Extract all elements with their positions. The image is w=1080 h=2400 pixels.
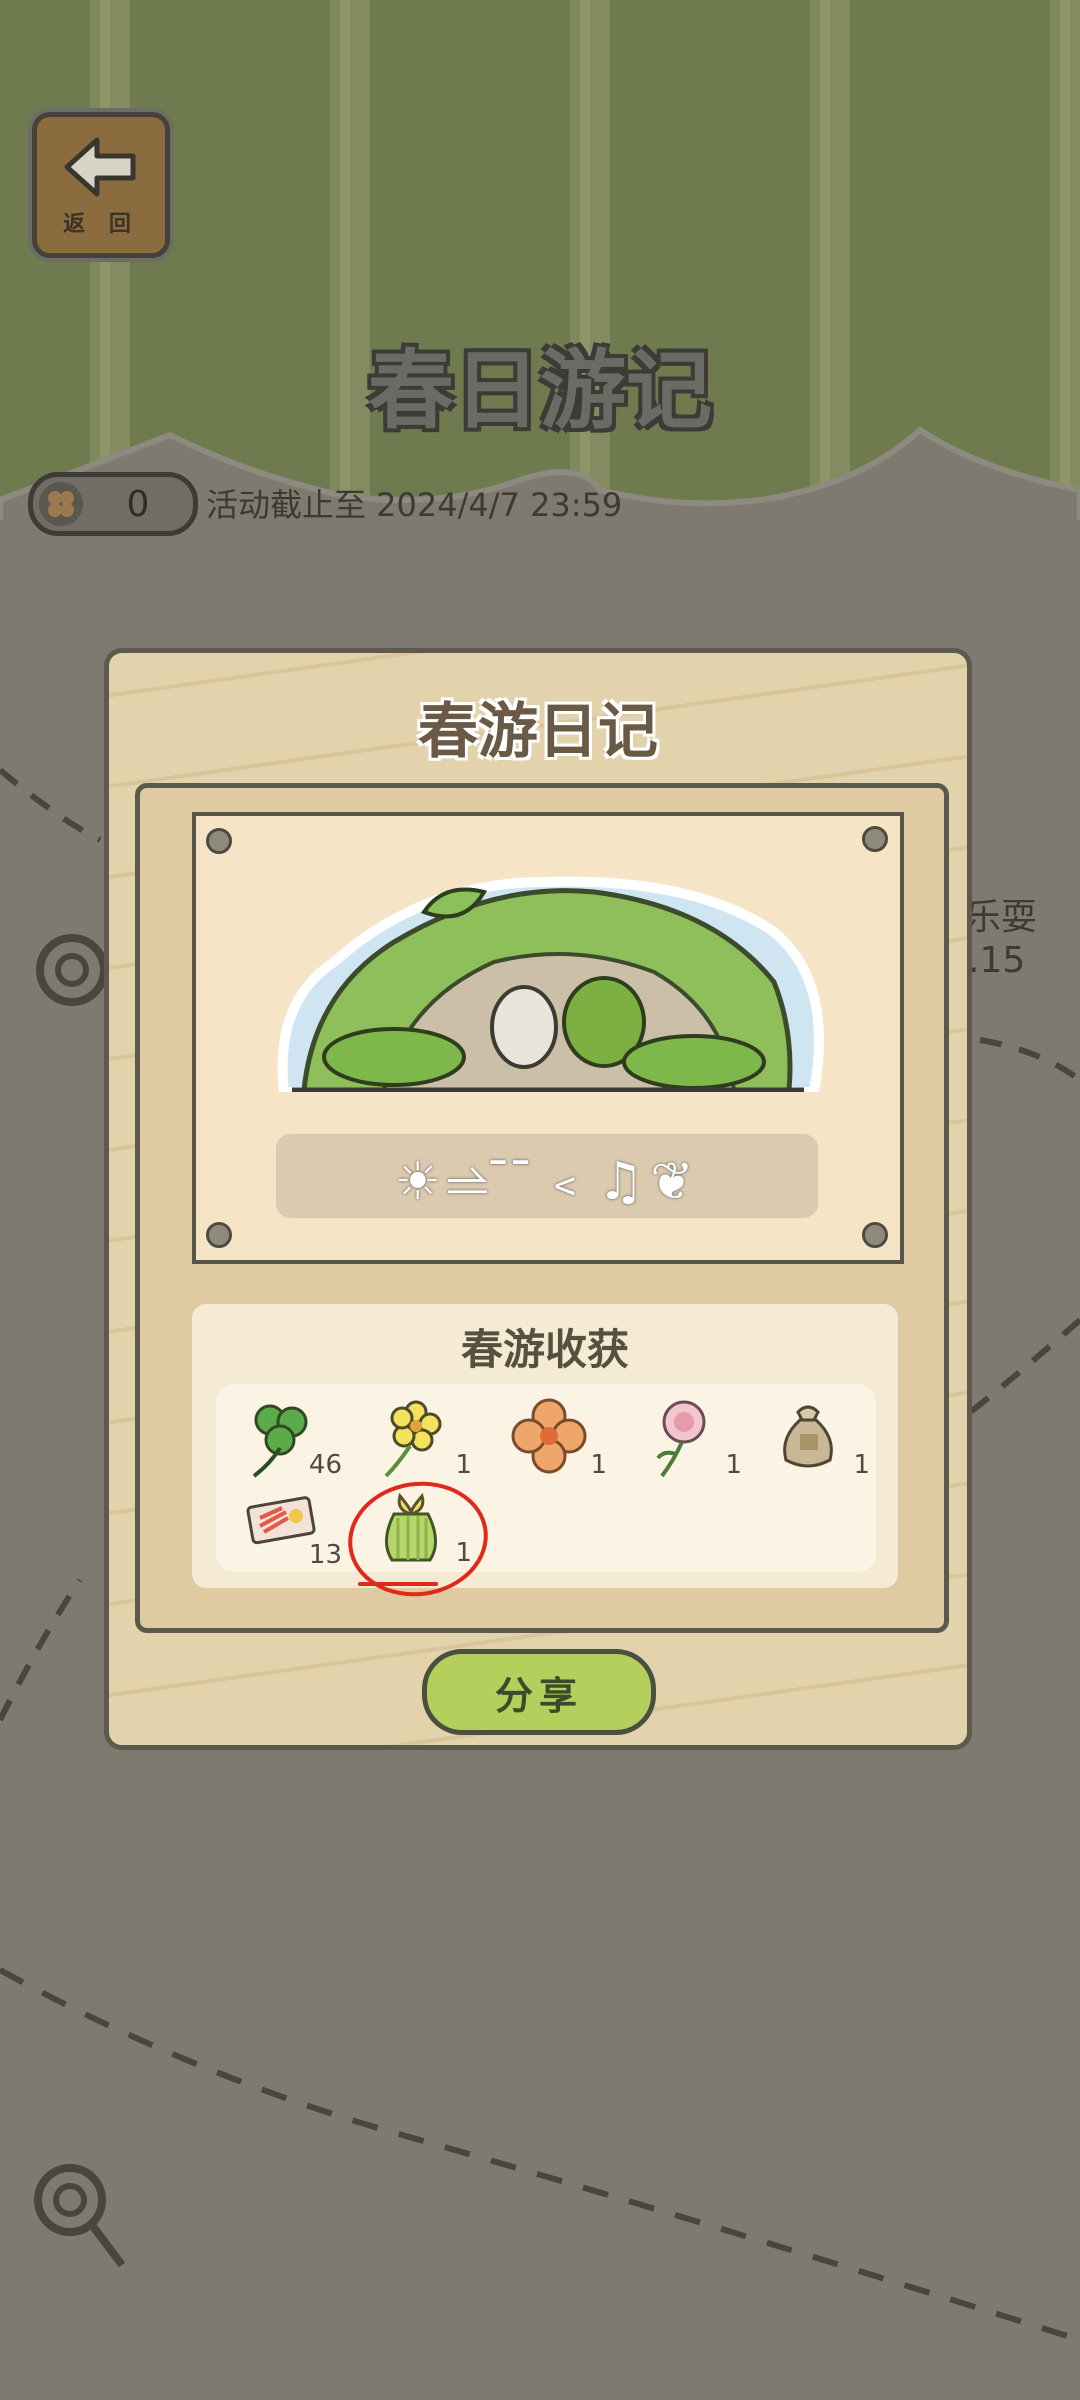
seed-bag-icon: [783, 1405, 833, 1468]
harvest-item[interactable]: 1: [366, 1394, 476, 1480]
carnation-icon: [656, 1400, 706, 1478]
clover-counter: 0: [28, 472, 198, 536]
item-count: 1: [725, 1450, 742, 1480]
clover-icon: [252, 1404, 308, 1478]
background-label-1: 乐耍: [965, 897, 1038, 938]
pin-icon: [862, 1222, 888, 1248]
harvest-items: 46 1 1 1 1 13 1: [216, 1384, 876, 1572]
page-title: 春日游记: [368, 341, 712, 441]
harvest-item[interactable]: 13: [236, 1484, 346, 1570]
spring-diary-modal: 春游日记 ☀⥬ ̄ ̄﹤♫❦ 春游收获 46 1 1 1 1 13 1 分享: [104, 648, 972, 1750]
striped-wall-background: [0, 0, 1080, 550]
item-count: 1: [853, 1450, 870, 1480]
red-underline-annotation: [358, 1582, 438, 1586]
frog-hedgehog-picnic-illustration: [277, 876, 824, 1092]
harvest-title: 春游收获: [460, 1325, 629, 1374]
diary-symbol-strip: ☀⥬ ̄ ̄﹤♫❦: [276, 1134, 818, 1218]
share-button[interactable]: 分享: [422, 1649, 656, 1735]
harvest-panel: 春游收获 46 1 1 1 1 13 1: [192, 1304, 898, 1588]
yellow-flower-icon: [384, 1400, 442, 1478]
pin-icon: [862, 826, 888, 852]
pin-icon: [206, 1222, 232, 1248]
back-button[interactable]: 返 回: [32, 112, 170, 258]
event-deadline: 活动截止至 2024/4/7 23:59: [206, 486, 623, 524]
harvest-item[interactable]: 1: [764, 1394, 874, 1480]
harvest-item[interactable]: 1: [501, 1394, 611, 1480]
back-arrow-icon: [64, 137, 136, 197]
harvest-item[interactable]: 1: [636, 1394, 746, 1480]
four-leaf-clover-icon: [39, 482, 83, 526]
ticket-icon: [246, 1496, 316, 1545]
pin-icon: [206, 828, 232, 854]
diary-frame: ☀⥬ ̄ ̄﹤♫❦ 春游收获 46 1 1 1 1 13 1: [135, 783, 949, 1633]
item-count: 1: [455, 1450, 472, 1480]
back-label: 返 回: [63, 212, 139, 237]
background-label-2: .15: [968, 940, 1026, 981]
item-count: 13: [308, 1540, 342, 1570]
item-count: 46: [308, 1450, 342, 1480]
diary-paper: ☀⥬ ̄ ̄﹤♫❦: [192, 812, 904, 1264]
orange-flower-icon: [511, 1398, 587, 1474]
item-count: 1: [590, 1450, 607, 1480]
modal-title: 春游日记: [418, 697, 658, 767]
harvest-item[interactable]: 46: [236, 1394, 346, 1480]
clover-count: 0: [126, 483, 150, 525]
